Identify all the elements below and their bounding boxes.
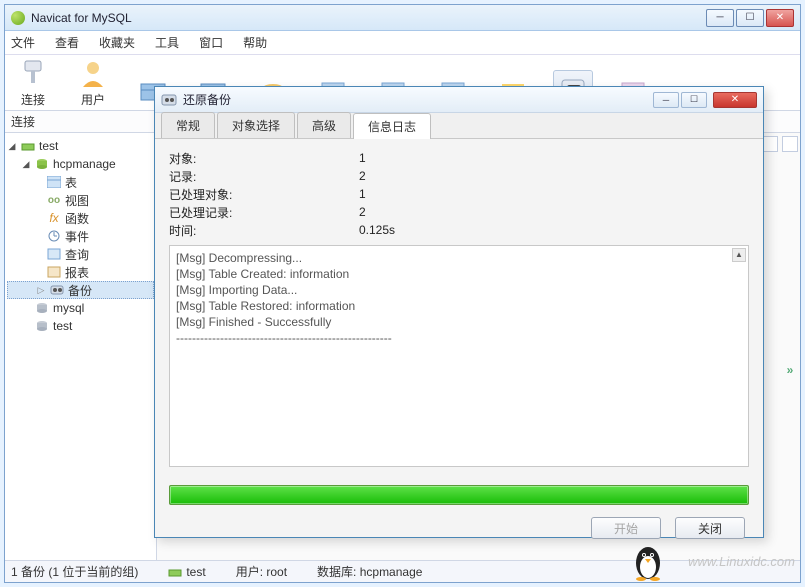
maximize-button[interactable]: ☐: [736, 9, 764, 27]
menu-favorites[interactable]: 收藏夹: [99, 34, 135, 51]
status-db: test: [186, 565, 205, 579]
stat-records-label: 记录:: [169, 168, 359, 185]
minimize-button[interactable]: ─: [706, 9, 734, 27]
report-icon: [47, 265, 61, 279]
watermark: www.Linuxidc.com: [688, 554, 795, 569]
main-titlebar[interactable]: Navicat for MySQL ─ ☐ ✕: [5, 5, 800, 31]
grid-view-icon[interactable]: [762, 136, 778, 152]
menu-tools[interactable]: 工具: [155, 34, 179, 51]
stat-procobj-value: 1: [359, 187, 366, 201]
status-count: 1 备份 (1 位于当前的组): [11, 563, 138, 580]
tree-views[interactable]: oo视图: [7, 191, 154, 209]
tree-tables[interactable]: 表: [7, 173, 154, 191]
tree-conn-test[interactable]: ◢test: [7, 137, 154, 155]
backup-icon: [50, 283, 64, 297]
table-icon: [47, 175, 61, 189]
list-view-icon[interactable]: [782, 136, 798, 152]
status-dbname: 数据库: hcpmanage: [317, 563, 422, 580]
dialog-titlebar[interactable]: 还原备份 ─ ☐ ✕: [155, 87, 763, 113]
stat-time-value: 0.125s: [359, 223, 395, 237]
app-icon: [11, 11, 25, 25]
server-icon: [168, 565, 182, 579]
query-icon: [47, 247, 61, 261]
stat-procobj-label: 已处理对象:: [169, 186, 359, 203]
expand-chevron-icon[interactable]: »: [782, 363, 798, 377]
start-button[interactable]: 开始: [591, 517, 661, 539]
tab-message-log[interactable]: 信息日志: [353, 113, 431, 139]
dialog-title: 还原备份: [183, 91, 653, 108]
tool-connect[interactable]: 连接: [13, 57, 53, 108]
database-icon: [35, 319, 49, 333]
database-icon: [35, 157, 49, 171]
dialog-maximize-button[interactable]: ☐: [681, 92, 707, 108]
status-user: 用户: root: [236, 563, 287, 580]
stat-objects-label: 对象:: [169, 150, 359, 167]
tab-object-select[interactable]: 对象选择: [217, 112, 295, 138]
tree-db-hcpmanage[interactable]: ◢hcpmanage: [7, 155, 154, 173]
stat-procrec-value: 2: [359, 205, 366, 219]
menu-view[interactable]: 查看: [55, 34, 79, 51]
event-icon: [47, 229, 61, 243]
tree-queries[interactable]: 查询: [7, 245, 154, 263]
server-icon: [21, 139, 35, 153]
dialog-tabs: 常规 对象选择 高级 信息日志: [155, 113, 763, 139]
plug-icon: [17, 57, 49, 89]
tab-advanced[interactable]: 高级: [297, 112, 351, 138]
database-icon: [35, 301, 49, 315]
penguin-icon: [631, 543, 665, 581]
scroll-up-icon[interactable]: ▲: [732, 248, 746, 262]
tree-functions[interactable]: fx函数: [7, 209, 154, 227]
log-textarea[interactable]: ▲ [Msg] Decompressing... [Msg] Table Cre…: [169, 245, 749, 467]
tab-general[interactable]: 常规: [161, 112, 215, 138]
backup-icon: [161, 93, 177, 107]
tree-panel[interactable]: ◢test ◢hcpmanage 表 oo视图 fx函数 事件 查询 报表 ▷备…: [5, 133, 157, 560]
stat-records-value: 2: [359, 169, 366, 183]
user-icon: [77, 57, 109, 89]
dialog-minimize-button[interactable]: ─: [653, 92, 679, 108]
function-icon: fx: [47, 211, 61, 225]
progress-bar: [169, 485, 749, 505]
view-icon: oo: [47, 193, 61, 207]
dialog-close-button[interactable]: ✕: [713, 92, 757, 108]
menu-help[interactable]: 帮助: [243, 34, 267, 51]
menu-file[interactable]: 文件: [11, 34, 35, 51]
menu-window[interactable]: 窗口: [199, 34, 223, 51]
menubar: 文件 查看 收藏夹 工具 窗口 帮助: [5, 31, 800, 55]
tree-db-mysql[interactable]: mysql: [7, 299, 154, 317]
stat-procrec-label: 已处理记录:: [169, 204, 359, 221]
tree-reports[interactable]: 报表: [7, 263, 154, 281]
tree-backup[interactable]: ▷备份: [7, 281, 154, 299]
connection-label: 连接: [11, 113, 35, 130]
stat-time-label: 时间:: [169, 222, 359, 239]
tree-db-test[interactable]: test: [7, 317, 154, 335]
close-button[interactable]: 关闭: [675, 517, 745, 539]
app-title: Navicat for MySQL: [31, 11, 704, 25]
restore-backup-dialog: 还原备份 ─ ☐ ✕ 常规 对象选择 高级 信息日志 对象:1 记录:2 已处理…: [154, 86, 764, 538]
statusbar: 1 备份 (1 位于当前的组) test 用户: root 数据库: hcpma…: [5, 560, 800, 582]
stat-objects-value: 1: [359, 151, 366, 165]
tool-user[interactable]: 用户: [73, 57, 113, 108]
close-button[interactable]: ✕: [766, 9, 794, 27]
tree-events[interactable]: 事件: [7, 227, 154, 245]
